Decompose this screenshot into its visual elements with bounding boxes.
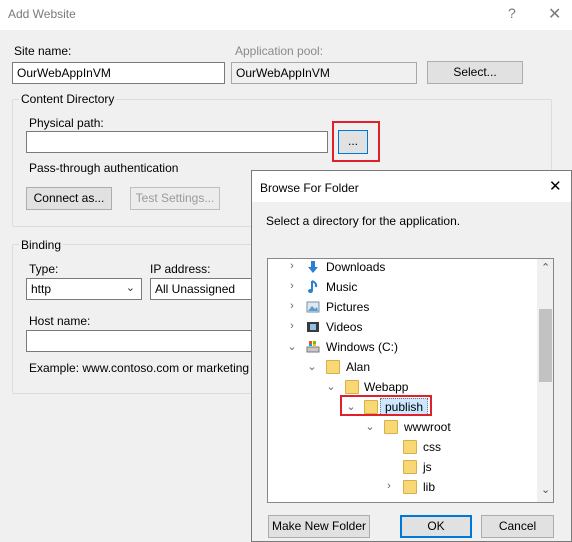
browse-title-bar: Browse For Folder ✕: [252, 171, 571, 202]
ip-address-value: All Unassigned: [155, 282, 236, 296]
physical-path-input[interactable]: [26, 131, 328, 153]
example-text: Example: www.contoso.com or marketing: [29, 361, 250, 375]
tree-item-alan[interactable]: ⌄ Alan: [268, 357, 536, 377]
tree-item-css[interactable]: css: [268, 437, 536, 457]
tree-item-label: css: [423, 440, 441, 454]
expand-icon[interactable]: ›: [286, 300, 298, 312]
connect-as-button[interactable]: Connect as...: [26, 187, 112, 210]
scroll-up-icon[interactable]: ⌃: [541, 261, 550, 274]
type-select[interactable]: http ⌄: [26, 278, 142, 300]
passthrough-label: Pass-through authentication: [29, 161, 179, 175]
drive-icon: [306, 341, 320, 353]
tree-item-label: Downloads: [326, 260, 386, 274]
folder-icon: [345, 380, 359, 394]
binding-legend: Binding: [19, 238, 64, 252]
dialog-title: Add Website: [8, 7, 76, 21]
pictures-icon: [306, 301, 320, 313]
publish-highlight: [340, 395, 432, 416]
tree-item-windows-c[interactable]: ⌄ Windows (C:): [268, 337, 536, 357]
folder-icon: [384, 420, 398, 434]
ip-address-select[interactable]: All Unassigned: [150, 278, 254, 300]
app-pool-input: OurWebAppInVM: [231, 62, 417, 84]
browse-button[interactable]: ...: [338, 130, 368, 154]
host-name-label: Host name:: [29, 314, 91, 328]
tree-item-label: Webapp: [364, 380, 409, 394]
content-directory-legend: Content Directory: [19, 92, 117, 106]
type-label: Type:: [29, 262, 59, 276]
physical-path-label: Physical path:: [29, 116, 104, 130]
help-icon[interactable]: ?: [508, 5, 516, 21]
scroll-thumb[interactable]: [539, 309, 552, 382]
scroll-down-icon[interactable]: ⌄: [541, 483, 550, 496]
tree-item-pictures[interactable]: › Pictures: [268, 297, 536, 317]
collapse-icon[interactable]: ⌄: [325, 380, 337, 393]
tree-item-js[interactable]: js: [268, 457, 536, 477]
select-button[interactable]: Select...: [427, 61, 523, 84]
expand-icon[interactable]: ›: [286, 320, 298, 332]
make-new-folder-button[interactable]: Make New Folder: [268, 515, 370, 538]
tree-item-label: js: [423, 460, 432, 474]
folder-icon: [326, 360, 340, 374]
cancel-button[interactable]: Cancel: [481, 515, 554, 538]
ip-address-label: IP address:: [150, 262, 211, 276]
ok-button[interactable]: OK: [400, 515, 472, 538]
browse-for-folder-dialog: Browse For Folder ✕ Select a directory f…: [251, 170, 572, 542]
tree-item-downloads[interactable]: › Downloads: [268, 259, 536, 277]
test-settings-button: Test Settings...: [130, 187, 220, 210]
tree-item-wwwroot[interactable]: ⌄ wwwroot: [268, 417, 536, 437]
tree-item-label: Music: [326, 280, 358, 294]
tree-item-label: Videos: [326, 320, 363, 334]
tree-item-webapp[interactable]: ⌄ Webapp: [268, 377, 536, 397]
folder-icon: [403, 440, 417, 454]
expand-icon[interactable]: ›: [286, 280, 298, 292]
expand-icon[interactable]: ›: [286, 260, 298, 272]
browse-instruction: Select a directory for the application.: [266, 214, 461, 228]
tree-item-music[interactable]: › Music: [268, 277, 536, 297]
tree-item-label: Windows (C:): [326, 340, 399, 354]
tree-item-videos[interactable]: › Videos: [268, 317, 536, 337]
close-icon[interactable]: ✕: [548, 4, 561, 24]
music-icon: [308, 280, 318, 293]
tree-scrollbar[interactable]: ⌃ ⌄: [537, 259, 553, 502]
browse-title: Browse For Folder: [260, 181, 359, 195]
site-name-label: Site name:: [14, 44, 72, 58]
type-value: http: [31, 282, 52, 296]
tree-item-label: Alan: [346, 360, 371, 374]
folder-tree[interactable]: › Downloads › Music › Pictures › Videos …: [267, 258, 554, 503]
downloads-icon: [308, 261, 318, 273]
host-name-input[interactable]: [26, 330, 254, 352]
site-name-input[interactable]: OurWebAppInVM: [12, 62, 225, 84]
collapse-icon[interactable]: ⌄: [306, 360, 318, 373]
videos-icon: [307, 322, 319, 332]
collapse-icon[interactable]: ⌄: [286, 340, 298, 353]
title-bar: Add Website ? ✕: [0, 0, 572, 30]
expand-icon[interactable]: ›: [383, 480, 395, 492]
browse-close-icon[interactable]: ✕: [549, 177, 562, 195]
tree-item-label: Pictures: [326, 300, 370, 314]
chevron-down-icon: ⌄: [125, 282, 135, 294]
tree-item-label: wwwroot: [404, 420, 451, 434]
tree-item-lib[interactable]: › lib: [268, 477, 536, 497]
folder-icon: [403, 480, 417, 494]
folder-icon: [403, 460, 417, 474]
tree-item-label: lib: [423, 480, 436, 494]
collapse-icon[interactable]: ⌄: [364, 420, 376, 433]
app-pool-label: Application pool:: [235, 44, 324, 58]
